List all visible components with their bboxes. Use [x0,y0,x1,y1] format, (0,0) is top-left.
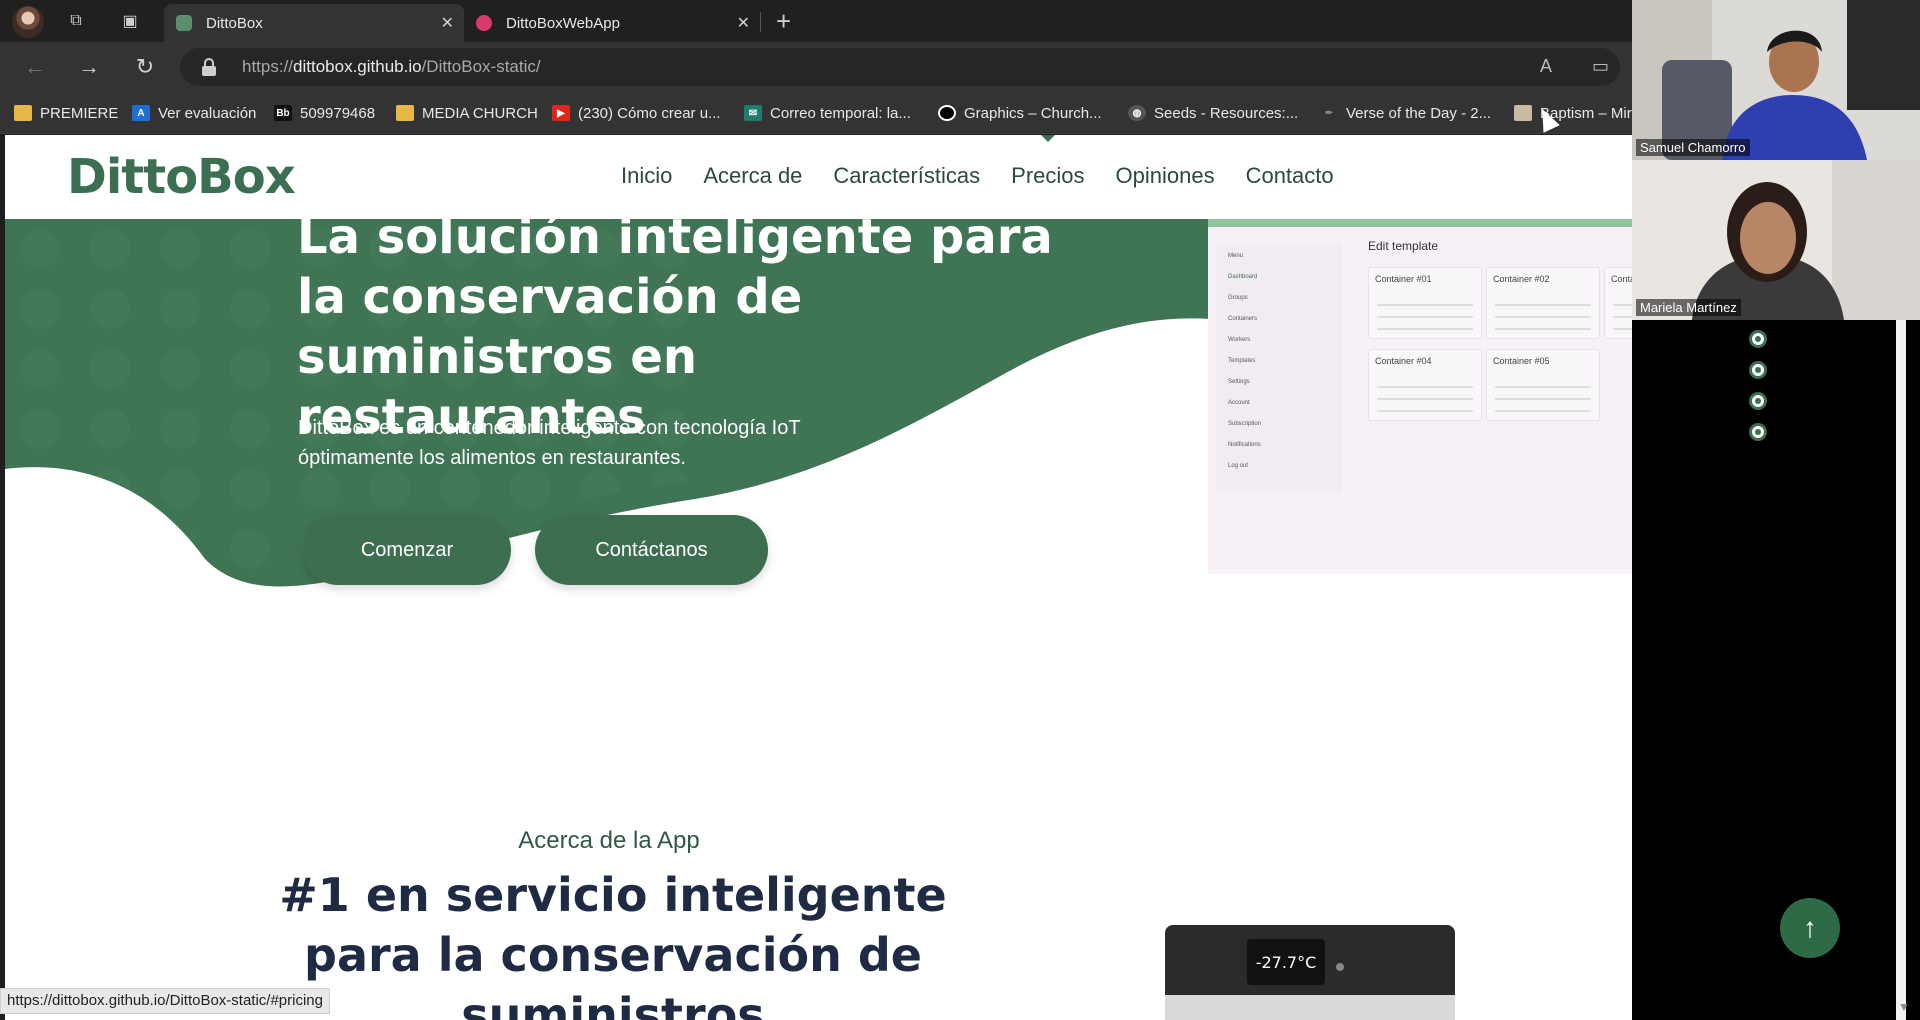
fridge-temp-display: -27.7°C [1256,953,1317,972]
mockup-topbar [1208,219,1632,227]
scroll-to-top-icon[interactable]: ↑ [1780,898,1840,958]
lock-icon[interactable] [202,58,216,76]
site-header: DittoBox Inicio Acerca de Característica… [5,135,1632,219]
participant-name: Samuel Chamorro [1636,139,1750,156]
fridge-image: -27.7°C [1165,925,1455,1020]
tab-dittobox[interactable]: DittoBox ✕ [164,4,464,42]
mockup-card: Conta [1604,267,1632,339]
folder-icon [14,105,32,121]
app-mockup-image: Menu Dashboard Groups Containers Workers… [1208,219,1632,574]
page-viewport: La solución inteligente para la conserva… [5,135,1632,1020]
nav-acerca-de[interactable]: Acerca de [703,163,802,189]
nav-caracteristicas[interactable]: Características [833,163,980,189]
bookmark-youtube[interactable]: ▶ (230) Cómo crear u... [552,103,721,123]
video-call-panel: Samuel Chamorro Mariela Martínez [1632,0,1920,320]
mockup-edit-label: Edit template [1368,239,1439,253]
tab-actions-icon[interactable]: ▣ [114,6,146,36]
about-subtitle: Acerca de la App [518,827,700,854]
bookmarks-bar: PREMIERE A Ver evaluación Bb 509979468 MED… [0,92,1632,134]
reload-icon[interactable]: ↻ [128,52,162,82]
mockup-card: Container #01 [1368,267,1482,339]
bookmark-509979468[interactable]: Bb 509979468 [274,103,375,123]
workspaces-icon[interactable]: ⧉ [60,6,92,36]
link-status-bar: https://dittobox.github.io/DittoBox-stat… [0,988,330,1014]
split-screen-icon[interactable]: ▭ [1592,56,1609,77]
bookmark-premiere[interactable]: PREMIERE [14,103,118,123]
bookmark-media-church[interactable]: MEDIA CHURCH [396,103,538,123]
back-icon[interactable]: ← [18,52,52,82]
section-dot[interactable] [1749,392,1767,410]
contact-button[interactable]: Contáctanos [535,515,768,585]
image-icon [1514,105,1532,121]
dittobox-favicon-icon [176,15,192,31]
circle-icon [938,105,956,121]
profile-avatar[interactable] [12,6,44,38]
participant-tile[interactable]: Samuel Chamorro [1632,0,1920,160]
bb-icon: Bb [274,105,292,121]
forward-icon[interactable]: → [72,52,106,82]
section-dot[interactable] [1749,330,1767,348]
bookmark-ver-evaluacion[interactable]: A Ver evaluación [132,103,256,123]
bookmark-verse-of-the-day[interactable]: ✒ Verse of the Day - 2... [1320,103,1491,123]
tab-strip: ⧉ ▣ DittoBox ✕ DittoBoxWebApp ✕ + [0,0,1632,42]
youtube-icon: ▶ [552,105,570,121]
read-aloud-icon[interactable]: A [1540,56,1552,77]
hero-title: La solución inteligente para la conserva… [297,209,1053,445]
bookmark-graphics-church[interactable]: Graphics – Church... [938,103,1102,123]
folder-icon [396,105,414,121]
scroll-down-arrow-icon[interactable]: ▼ [1898,1000,1910,1014]
url-text[interactable]: https://dittobox.github.io/DittoBox-stat… [242,57,541,77]
start-button[interactable]: Comenzar [303,515,511,585]
bookmark-seeds-resources[interactable]: ◍ Seeds - Resources:... [1128,103,1298,123]
participant-video-mariela [1632,160,1920,320]
feather-icon: ✒ [1324,107,1334,119]
tab-dittoboxwebapp[interactable]: DittoBoxWebApp ✕ [464,4,760,42]
site-logo[interactable]: DittoBox [67,149,296,205]
mockup-card: Container #02 [1486,267,1600,339]
hero-description: DittoBox es un contenedor inteligente co… [298,417,801,469]
participant-video-samuel [1632,0,1920,160]
bookmark-correo-temporal[interactable]: ✉ Correo temporal: la... [744,103,911,123]
nav-contacto[interactable]: Contacto [1246,163,1334,189]
participant-tile[interactable]: Mariela Martínez [1632,160,1920,320]
tab-divider [760,12,761,32]
nav-inicio[interactable]: Inicio [621,163,672,189]
mail-icon: ✉ [744,105,762,121]
close-tab-icon[interactable]: ✕ [737,13,750,33]
address-row: ← → ↻ https://dittobox.github.io/DittoBo… [0,42,1632,92]
nav-precios[interactable]: Precios [1011,135,1085,189]
section-dot-active[interactable] [1749,423,1767,441]
address-bar[interactable]: https://dittobox.github.io/DittoBox-stat… [180,48,1620,86]
mockup-card: Container #05 [1486,349,1600,421]
about-title: #1 en servicio inteligente para la conse… [279,868,947,1020]
angular-favicon-icon [476,15,492,31]
site-nav: Inicio Acerca de Características Precios… [621,135,1334,189]
globe-icon: ◍ [1128,105,1146,121]
bookmark-baptism[interactable]: Baptism – Mir [1514,103,1632,123]
nav-opiniones[interactable]: Opiniones [1116,163,1215,189]
mockup-sidebar: Menu Dashboard Groups Containers Workers… [1216,243,1342,493]
mockup-card: Container #04 [1368,349,1482,421]
tab-title: DittoBoxWebApp [506,14,620,32]
section-dot[interactable] [1749,361,1767,379]
a-logo-icon: A [132,105,150,121]
close-tab-icon[interactable]: ✕ [441,13,454,33]
tab-title: DittoBox [206,14,263,32]
participant-name: Mariela Martínez [1636,299,1741,316]
new-tab-icon[interactable]: + [776,8,791,34]
